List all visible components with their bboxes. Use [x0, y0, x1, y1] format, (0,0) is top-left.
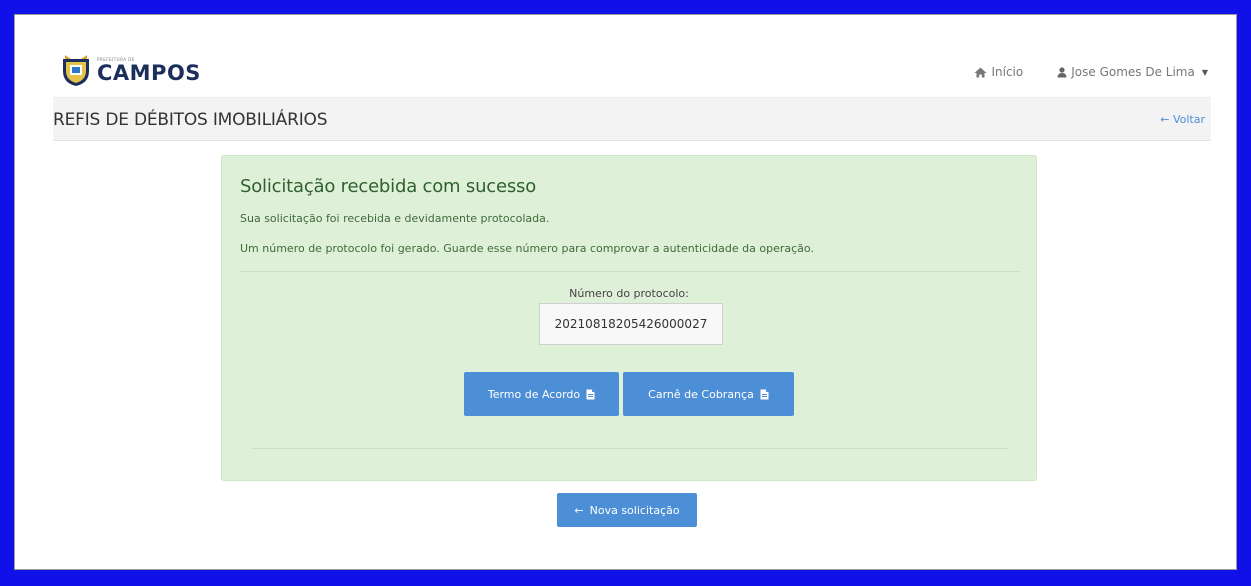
- arrow-left-icon: ←: [574, 503, 584, 517]
- carne-button-label: Carnê de Cobrança: [648, 387, 754, 401]
- back-link[interactable]: ← Voltar: [1160, 113, 1205, 126]
- browser-frame: PREFEITURA DE CAMPOS Início Jose Gomes D…: [14, 14, 1237, 570]
- termo-button-label: Termo de Acordo: [487, 387, 581, 401]
- user-name: Jose Gomes De Lima: [1071, 65, 1195, 79]
- top-nav: Início Jose Gomes De Lima ▼: [974, 65, 1208, 79]
- back-link-label: Voltar: [1172, 113, 1205, 126]
- caret-down-icon: ▼: [1201, 67, 1208, 77]
- new-request-label: Nova solicitação: [589, 503, 680, 517]
- user-menu[interactable]: Jose Gomes De Lima ▼: [1057, 65, 1208, 79]
- top-navbar: PREFEITURA DE CAMPOS Início Jose Gomes D…: [15, 15, 1236, 97]
- protocol-notice: Um número de protocolo foi gerado. Guard…: [240, 242, 814, 255]
- nav-home[interactable]: Início: [974, 65, 1023, 79]
- brand-name: CAMPOS: [97, 61, 201, 85]
- page-title: REFIS DE DÉBITOS IMOBILIÁRIOS: [53, 110, 328, 130]
- protocol-label: Número do protocolo:: [569, 287, 689, 300]
- page-header: REFIS DE DÉBITOS IMOBILIÁRIOS ← Voltar: [53, 97, 1211, 141]
- divider: [252, 448, 1008, 449]
- divider: [240, 271, 1020, 272]
- crest-icon: [61, 53, 91, 87]
- new-request-button[interactable]: ← Nova solicitação: [557, 493, 697, 527]
- nav-home-label: Início: [991, 65, 1024, 79]
- file-icon: [586, 389, 595, 400]
- user-icon: [1057, 66, 1067, 78]
- success-message: Sua solicitação foi recebida e devidamen…: [240, 212, 550, 225]
- termo-de-acordo-button[interactable]: Termo de Acordo: [464, 372, 619, 416]
- carne-de-cobranca-button[interactable]: Carnê de Cobrança: [623, 372, 794, 416]
- protocol-number-field[interactable]: 20210818205426000027: [539, 303, 723, 345]
- file-icon: [760, 389, 769, 400]
- success-alert: Solicitação recebida com sucesso Sua sol…: [221, 155, 1037, 481]
- success-heading: Solicitação recebida com sucesso: [240, 176, 537, 197]
- home-icon: [974, 67, 987, 78]
- brand-logo[interactable]: PREFEITURA DE CAMPOS: [61, 53, 201, 87]
- arrow-left-icon: ←: [1160, 113, 1170, 126]
